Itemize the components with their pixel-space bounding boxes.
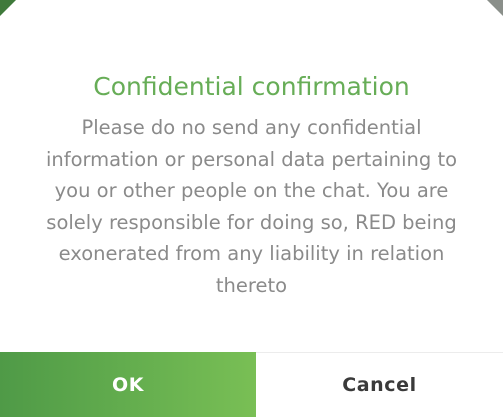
ok-button[interactable]: OK (0, 352, 256, 417)
dialog-title: Confidential confirmation (93, 72, 410, 101)
confidential-confirmation-dialog: Confidential confirmation Please do no s… (0, 0, 503, 417)
cancel-button[interactable]: Cancel (256, 352, 503, 417)
dialog-message: Please do no send any confidential infor… (45, 116, 458, 297)
dialog-footer: OK Cancel (0, 352, 503, 417)
corner-accent-right (487, 0, 503, 16)
corner-accent-left (0, 0, 16, 16)
